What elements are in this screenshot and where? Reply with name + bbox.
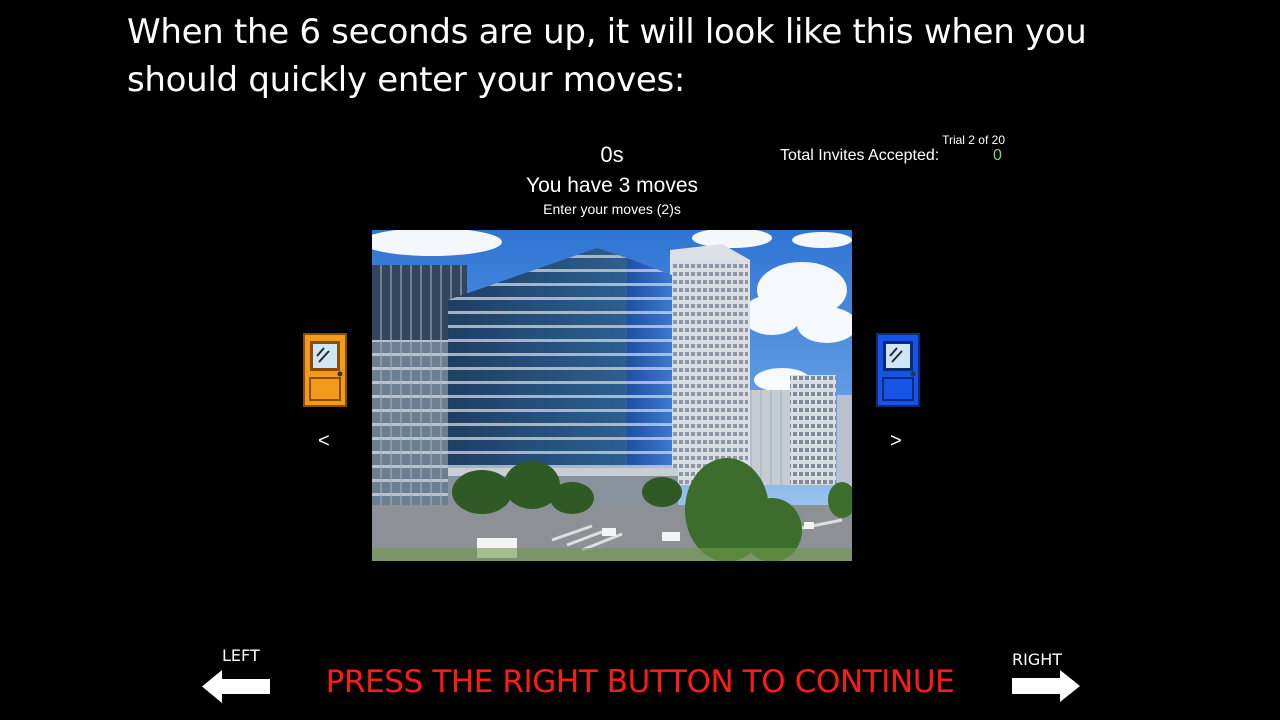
trial-counter: Trial 2 of 20 <box>942 133 1005 147</box>
instruction-line-1: When the 6 seconds are up, it will look … <box>127 12 1087 52</box>
slide: When the 6 seconds are up, it will look … <box>0 0 1280 720</box>
countdown-timer: 0s <box>600 142 624 167</box>
nav-left-indicator[interactable]: < <box>318 430 330 453</box>
moves-remaining: You have 3 moves <box>525 174 698 197</box>
arrow-right-icon[interactable] <box>1010 670 1080 702</box>
right-key-label: RIGHT <box>1012 650 1063 669</box>
door-icon[interactable] <box>875 332 921 408</box>
invites-accepted-value: 0 <box>993 147 1002 164</box>
instruction-text: When the 6 seconds are up, it will look … <box>127 8 1187 104</box>
invites-accepted-label: Total Invites Accepted: <box>780 147 940 164</box>
scene-image <box>372 230 852 561</box>
nav-right-indicator[interactable]: > <box>890 430 902 453</box>
left-key-label: LEFT <box>222 646 260 665</box>
arrow-left-icon[interactable] <box>202 670 272 703</box>
door-icon[interactable] <box>302 332 348 408</box>
instruction-line-2: should quickly enter your moves: <box>127 60 686 100</box>
continue-prompt: PRESS THE RIGHT BUTTON TO CONTINUE <box>325 664 955 700</box>
enter-moves-prompt: Enter your moves (2)s <box>543 201 681 217</box>
